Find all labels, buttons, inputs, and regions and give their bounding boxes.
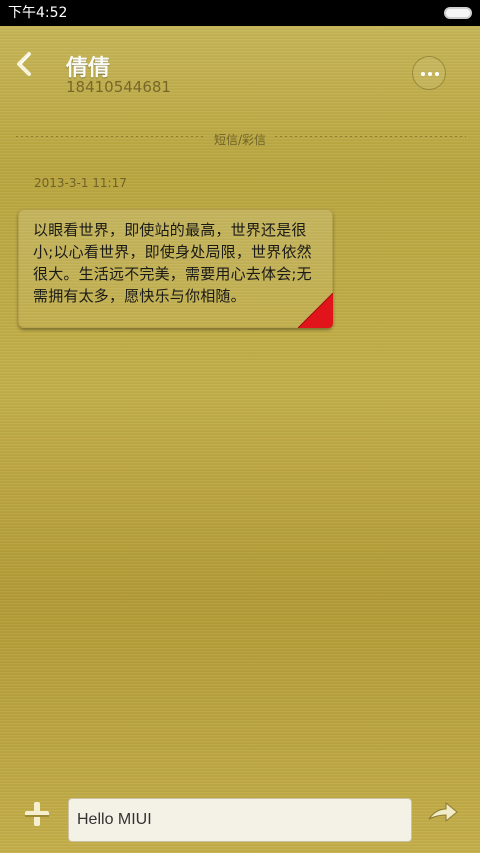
send-button[interactable]: [426, 797, 460, 829]
red-corner-fold-icon: [298, 293, 333, 328]
send-arrow-icon: [428, 801, 458, 823]
back-button[interactable]: [14, 48, 42, 80]
message-text: 以眼看世界，即使站的最高，世界还是很小;以心看世界，即使身处局限，世界依然很大。…: [33, 221, 312, 305]
message-input-value: Hello MIUI: [77, 811, 152, 828]
status-time: 下午4:52: [8, 5, 68, 21]
message-type-label: 短信/彩信: [213, 133, 267, 147]
contact-number: 18410544681: [66, 78, 171, 96]
message-bubble[interactable]: 以眼看世界，即使站的最高，世界还是很小;以心看世界，即使身处局限，世界依然很大。…: [18, 209, 333, 328]
more-options-button[interactable]: [412, 56, 446, 90]
back-arrow-icon: [17, 52, 31, 76]
battery-icon: [444, 7, 472, 19]
message-input[interactable]: Hello MIUI: [68, 798, 412, 842]
status-bar: 下午4:52: [0, 0, 480, 26]
more-dots-icon: [421, 72, 439, 76]
message-timestamp: 2013-3-1 11:17: [34, 176, 127, 190]
battery-level: [446, 9, 470, 17]
add-attachment-button[interactable]: [22, 799, 52, 829]
plus-icon: [25, 802, 49, 826]
brushed-gold-background: [0, 0, 480, 853]
